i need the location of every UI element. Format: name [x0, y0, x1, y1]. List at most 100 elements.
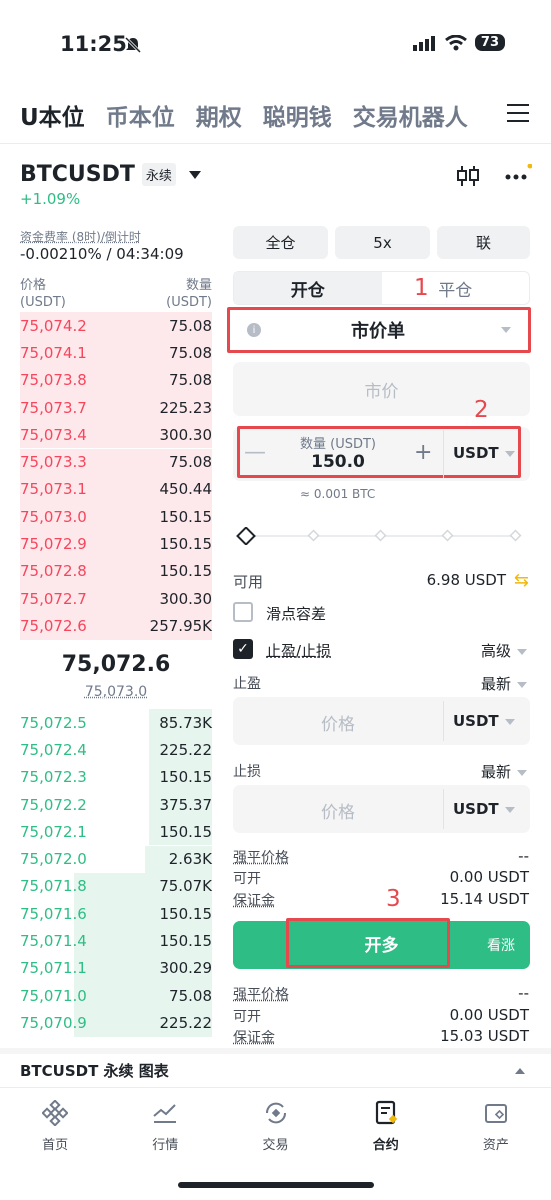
- quantity-slider[interactable]: [236, 526, 526, 546]
- status-icons: 73: [412, 34, 505, 51]
- asset-mode-button[interactable]: 联: [437, 226, 530, 259]
- ask-row[interactable]: 75,073.8 75.08: [20, 366, 212, 394]
- order-price: 75,074.1: [20, 343, 87, 362]
- quantity-increment-button[interactable]: +: [414, 440, 432, 465]
- battery-indicator: 73: [474, 34, 505, 51]
- nav-trade-label: 交易: [262, 1138, 289, 1153]
- max-open-label: 可开: [233, 871, 261, 887]
- margin-mode-button[interactable]: 全仓: [233, 226, 328, 259]
- tab-options[interactable]: 期权: [196, 98, 242, 132]
- bid-row[interactable]: 75,072.3 150.15: [20, 763, 212, 791]
- bid-row[interactable]: 75,071.1 300.29: [20, 954, 212, 982]
- tab-trading-bots[interactable]: 交易机器人: [353, 98, 468, 132]
- stop-loss-unit-select[interactable]: USDT: [453, 800, 515, 818]
- ask-row[interactable]: 75,072.7 300.30: [20, 585, 212, 613]
- funding-value: -0.00210% / 04:34:09: [20, 245, 184, 263]
- divider: [443, 701, 444, 741]
- bid-row[interactable]: 75,071.8 75.07K: [20, 872, 212, 901]
- price-change: +1.09%: [20, 190, 81, 208]
- order-qty: 375.37: [159, 795, 213, 814]
- take-profit-unit-select[interactable]: USDT: [453, 712, 515, 730]
- margin-label: 保证金: [233, 893, 275, 909]
- liq-price-value: --: [518, 984, 529, 1002]
- order-qty: 75.08: [169, 316, 212, 335]
- order-price: 75,071.4: [20, 932, 87, 951]
- bid-row[interactable]: 75,072.2 375.37: [20, 790, 213, 819]
- bid-row[interactable]: 75,070.9 225.22: [20, 1009, 213, 1037]
- take-profit-trigger-select[interactable]: 最新: [481, 673, 527, 694]
- ask-row[interactable]: 75,072.6 257.95K: [20, 612, 212, 640]
- tpsl-checkbox[interactable]: ✓: [233, 639, 253, 659]
- tab-open[interactable]: 开仓: [234, 272, 382, 304]
- order-price: 75,072.1: [20, 822, 87, 841]
- quantity-label: 数量 (USDT): [300, 437, 376, 452]
- bid-row[interactable]: 75,071.0 75.08: [20, 982, 212, 1010]
- orderbook-header: 价格 数量 (USDT) (USDT): [20, 274, 212, 310]
- bid-row[interactable]: 75,072.4 225.22: [20, 736, 212, 764]
- order-qty: 75.08: [169, 343, 212, 362]
- signal-icon: [412, 35, 435, 51]
- order-type-select[interactable]: i 市价单: [233, 313, 525, 347]
- ask-row[interactable]: 75,072.8 150.15: [20, 557, 212, 585]
- chart-line-icon: [153, 1104, 177, 1123]
- mark-price: 75,073.0: [84, 684, 148, 700]
- chevron-down-icon: [517, 681, 527, 688]
- quantity-decrement-button[interactable]: —: [244, 440, 266, 465]
- quantity-unit-select[interactable]: USDT: [453, 444, 515, 462]
- slippage-checkbox[interactable]: [233, 602, 253, 622]
- chevron-down-icon: [517, 769, 527, 776]
- tab-usdt-m[interactable]: U本位: [20, 98, 85, 132]
- order-price: 75,073.3: [20, 453, 87, 472]
- ask-row[interactable]: 75,073.4 300.30: [20, 421, 213, 449]
- order-qty: 225.23: [159, 398, 213, 417]
- ask-row[interactable]: 75,073.1 450.44: [20, 475, 212, 504]
- home-indicator: [178, 1182, 374, 1188]
- order-price: 75,072.9: [20, 535, 87, 554]
- nav-markets[interactable]: 行情: [110, 1088, 220, 1168]
- bid-row[interactable]: 75,071.6 150.15: [20, 900, 212, 928]
- symbol-selector[interactable]: BTCUSDT 永续: [20, 162, 201, 187]
- divider: [443, 430, 444, 478]
- order-price: 75,072.3: [20, 768, 87, 787]
- ask-row[interactable]: 75,073.3 75.08: [20, 448, 212, 476]
- nav-home[interactable]: 首页: [0, 1088, 110, 1168]
- liq-price-label: 强平价格: [233, 850, 289, 866]
- tab-coin-m[interactable]: 币本位: [106, 98, 175, 132]
- ask-row[interactable]: 75,073.0 150.15: [20, 503, 212, 531]
- candlestick-chart-icon[interactable]: [456, 164, 480, 192]
- nav-trade[interactable]: 交易: [220, 1088, 330, 1168]
- more-icon[interactable]: [504, 163, 533, 192]
- bid-row[interactable]: 75,072.5 85.73K: [20, 709, 212, 737]
- order-qty: 225.22: [159, 1013, 213, 1032]
- order-price: 75,073.4: [20, 425, 87, 444]
- last-price: 75,072.6: [61, 652, 171, 677]
- ask-row[interactable]: 75,074.1 75.08: [20, 339, 212, 367]
- quantity-input[interactable]: 数量 (USDT) 150.0: [270, 433, 406, 472]
- liq-price-value: --: [518, 847, 529, 865]
- order-qty: 300.30: [159, 425, 213, 444]
- stop-loss-trigger-select[interactable]: 最新: [481, 761, 527, 782]
- order-qty: 2.63K: [168, 850, 212, 869]
- nav-assets[interactable]: 资产: [441, 1088, 551, 1168]
- bid-row[interactable]: 75,072.0 2.63K: [20, 845, 212, 873]
- transfer-icon[interactable]: ⇆: [514, 570, 529, 591]
- ask-row[interactable]: 75,072.9 150.15: [20, 530, 212, 558]
- bid-row[interactable]: 75,072.1 150.15: [20, 818, 212, 846]
- order-price: 75,071.6: [20, 904, 87, 923]
- max-open-value: 0.00 USDT: [449, 868, 529, 886]
- ask-row[interactable]: 75,073.7 225.23: [20, 393, 213, 422]
- tab-close[interactable]: 平仓: [382, 272, 530, 304]
- nav-markets-label: 行情: [152, 1138, 179, 1153]
- menu-icon[interactable]: [507, 104, 529, 128]
- bell-off-icon: [124, 36, 142, 58]
- tpsl-advanced-select[interactable]: 高级: [481, 640, 527, 661]
- order-price: 75,073.0: [20, 507, 87, 526]
- tab-smart-money[interactable]: 聪明钱: [263, 98, 332, 132]
- ask-row[interactable]: 75,074.2 75.08: [20, 312, 212, 340]
- bid-row[interactable]: 75,071.4 150.15: [20, 927, 212, 955]
- chart-bar[interactable]: BTCUSDT 永续 图表: [0, 1048, 551, 1088]
- funding-label[interactable]: 资金费率 (8时)/倒计时: [20, 228, 141, 245]
- leverage-button[interactable]: 5x: [335, 226, 430, 259]
- home-logo-icon: [42, 1100, 69, 1126]
- nav-futures[interactable]: 合约: [331, 1088, 441, 1168]
